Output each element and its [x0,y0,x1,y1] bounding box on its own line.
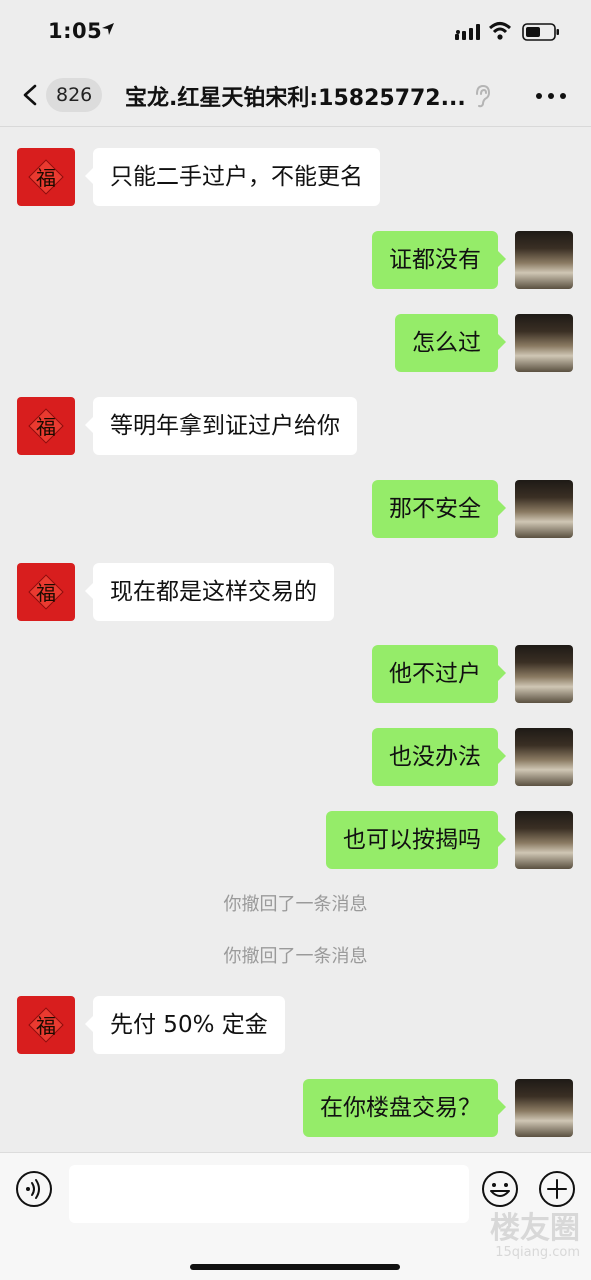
message-row: 也没办法 [0,728,591,786]
wifi-icon [489,22,511,40]
site-watermark: 楼友圈 15qiang.com [450,1213,580,1261]
my-avatar[interactable] [515,728,573,786]
message-row: 证都没有 [0,231,591,289]
more-icon[interactable] [534,92,568,100]
fu-character-icon: 福 [28,408,64,444]
status-bar: 1:05 [0,0,591,62]
fu-character-icon: 福 [28,159,64,195]
svg-text:福: 福 [36,1014,56,1038]
outgoing-message-bubble[interactable]: 也可以按揭吗 [326,811,506,869]
incoming-message-bubble[interactable]: 只能二手过户，不能更名 [85,148,380,206]
message-row: 福 先付 50% 定金 [0,996,591,1054]
emoji-icon[interactable] [481,1170,519,1208]
unread-count-badge: 826 [46,78,103,112]
contact-avatar[interactable]: 福 [17,148,75,206]
my-avatar[interactable] [515,480,573,538]
watermark-url: 15qiang.com [495,1245,580,1260]
my-avatar[interactable] [515,314,573,372]
outgoing-message-bubble[interactable]: 怎么过 [395,314,506,372]
message-input[interactable] [69,1165,469,1223]
outgoing-message-bubble[interactable]: 他不过户 [372,645,506,703]
fu-character-icon: 福 [28,1007,64,1043]
incoming-message-bubble[interactable]: 等明年拿到证过户给你 [85,397,357,455]
my-avatar[interactable] [515,1079,573,1137]
message-row: 福 等明年拿到证过户给你 [0,397,591,455]
message-row: 福 只能二手过户，不能更名 [0,148,591,206]
plus-icon[interactable] [538,1170,576,1208]
ear-icon [476,84,491,108]
message-row: 也可以按揭吗 [0,811,591,869]
fu-character-icon: 福 [28,574,64,610]
location-arrow-icon [102,23,114,35]
svg-text:福: 福 [36,415,56,439]
input-bar: 楼友圈 15qiang.com [0,1152,591,1280]
my-avatar[interactable] [515,811,573,869]
outgoing-message-bubble[interactable]: 在你楼盘交易？ [303,1079,506,1137]
watermark-title: 楼友圈 [490,1211,580,1246]
message-list[interactable]: 福 只能二手过户，不能更名 证都没有 怎么过 福 等明年拿到证过户给你 那不安全… [0,127,591,1152]
message-row: 福 现在都是这样交易的 [0,563,591,621]
contact-avatar[interactable]: 福 [17,563,75,621]
recall-notice: 你撤回了一条消息 [223,946,368,967]
message-row: 那不安全 [0,480,591,538]
chat-header: 826 宝龙.红星天铂宋利:15825772... [0,62,591,127]
chat-title[interactable]: 宝龙.红星天铂宋利:15825772... [125,80,470,112]
svg-text:福: 福 [36,581,56,605]
chevron-left-icon [23,84,37,106]
incoming-message-bubble[interactable]: 现在都是这样交易的 [85,563,334,621]
home-indicator [190,1264,400,1270]
message-row: 在你楼盘交易？ [0,1079,591,1137]
outgoing-message-bubble[interactable]: 那不安全 [372,480,506,538]
contact-avatar[interactable]: 福 [17,397,75,455]
recall-notice: 你撤回了一条消息 [223,894,368,915]
outgoing-message-bubble[interactable]: 也没办法 [372,728,506,786]
cellular-signal-icon [455,24,480,40]
svg-text:福: 福 [36,166,56,190]
voice-icon[interactable] [15,1170,53,1208]
back-button[interactable]: 826 [18,76,108,114]
my-avatar[interactable] [515,231,573,289]
contact-avatar[interactable]: 福 [17,996,75,1054]
message-row: 怎么过 [0,314,591,372]
status-time: 1:05 [48,19,103,43]
message-row: 他不过户 [0,645,591,703]
outgoing-message-bubble[interactable]: 证都没有 [372,231,506,289]
incoming-message-bubble[interactable]: 先付 50% 定金 [85,996,285,1054]
my-avatar[interactable] [515,645,573,703]
battery-icon [522,23,559,41]
